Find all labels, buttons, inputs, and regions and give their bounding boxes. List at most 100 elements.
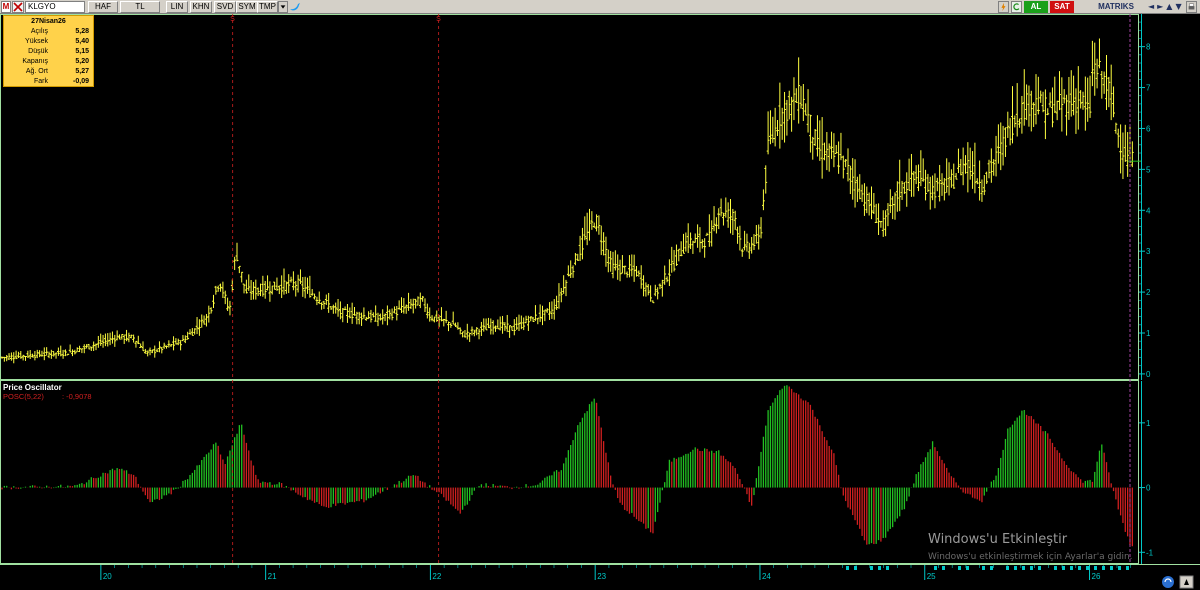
event-mark: [966, 566, 969, 570]
price-panel[interactable]: [0, 14, 1139, 380]
price-bar: [642, 275, 645, 297]
price-bar: [844, 159, 848, 168]
price-y-tick-label: 1: [1146, 329, 1151, 338]
price-bar: [96, 335, 100, 348]
window-controls[interactable]: [1160, 574, 1200, 590]
price-bar: [621, 255, 624, 274]
event-mark: [1054, 566, 1057, 570]
nav-arrows[interactable]: ◄►▲▼: [1148, 1, 1198, 13]
price-bar: [160, 347, 164, 354]
price-bar: [195, 317, 199, 335]
price-bar: [212, 294, 215, 309]
price-bar: [585, 212, 589, 246]
price-y-axis[interactable]: 0 1 2 3 4 5 6 7 8: [1128, 14, 1151, 380]
price-bar: [371, 312, 375, 318]
price-bar: [597, 215, 601, 235]
price-bar: [45, 347, 49, 356]
price-bar: [715, 217, 718, 234]
price-bar: [92, 341, 96, 352]
price-bar: [315, 296, 319, 306]
price-bar: [858, 174, 862, 200]
price-bar: [414, 298, 417, 309]
oscillator-current-value: : -0,9078: [62, 392, 92, 401]
price-bar: [383, 313, 387, 322]
time-axis[interactable]: 20 21 22 23 24 25 26: [0, 564, 1200, 590]
price-bar: [942, 178, 946, 201]
price-bar: [686, 223, 690, 254]
price-bar: [200, 314, 204, 328]
price-bar: [639, 265, 643, 289]
sync-icon[interactable]: [1162, 576, 1174, 588]
price-bar: [454, 322, 457, 328]
alarm-icon[interactable]: [998, 1, 1009, 13]
event-mark: [1078, 566, 1081, 570]
price-bar: [475, 327, 479, 336]
price-bar: [550, 301, 554, 319]
app-logo[interactable]: M: [1, 1, 11, 13]
price-bar: [839, 132, 843, 161]
price-bar: [935, 177, 939, 192]
price-bar: [801, 84, 805, 121]
price-bar: [289, 276, 293, 283]
price-bar: [28, 349, 32, 360]
price-bar: [153, 345, 157, 358]
price-bar: [874, 203, 878, 223]
price-bar: [790, 96, 793, 132]
price-bar: [931, 175, 934, 201]
price-bar: [390, 308, 394, 321]
price-bar: [632, 254, 636, 282]
matriks-button[interactable]: MATRIKS: [1088, 1, 1144, 13]
price-bar: [903, 182, 906, 194]
price-bar: [1116, 128, 1120, 148]
price-bar: [397, 300, 401, 310]
svd-button[interactable]: SVD: [214, 1, 236, 13]
price-bar: [809, 114, 812, 153]
price-bar: [71, 349, 74, 357]
twitter-icon[interactable]: [289, 1, 301, 13]
price-bar: [898, 159, 902, 212]
price-bar: [877, 203, 880, 236]
price-bar: [985, 171, 989, 184]
price-bar: [870, 186, 873, 220]
price-bar: [505, 314, 509, 333]
price-bar: [1018, 118, 1021, 128]
price-bar: [698, 227, 702, 253]
price-bar: [754, 225, 758, 244]
event-mark: [1006, 566, 1009, 570]
price-bar: [235, 242, 239, 262]
currency-button[interactable]: TL: [120, 1, 160, 13]
line-button[interactable]: LIN: [166, 1, 188, 13]
oscillator-y-tick-label: 0: [1146, 484, 1151, 493]
candle-button[interactable]: KHN: [190, 1, 212, 13]
price-bar: [261, 275, 265, 297]
buy-button[interactable]: AL: [1024, 1, 1048, 13]
price-bar: [668, 259, 671, 287]
period-button[interactable]: HAF: [88, 1, 118, 13]
price-bar: [245, 279, 248, 294]
price-bar: [924, 169, 927, 201]
price-bar: [1086, 77, 1090, 122]
split-marker-label: S: [230, 16, 235, 23]
price-bar: [592, 222, 596, 228]
price-bar: [1039, 90, 1043, 103]
cancel-icon[interactable]: [12, 1, 24, 13]
event-mark: [886, 566, 889, 570]
chart-area[interactable]: Price Oscillator POSC(5,22) : -0,9078 0 1…: [0, 14, 1200, 590]
price-bar: [588, 208, 591, 241]
event-mark: [1118, 566, 1121, 570]
price-bar: [252, 281, 255, 300]
dropdown-arrow-icon[interactable]: [278, 1, 288, 13]
price-y-tick-label: 6: [1146, 124, 1151, 133]
price-bar: [860, 184, 864, 202]
event-mark: [934, 566, 937, 570]
price-bar: [912, 170, 916, 197]
symbol-input[interactable]: KLGYO: [25, 1, 85, 13]
price-bar: [997, 124, 1000, 164]
price-bar: [1088, 75, 1092, 118]
refresh-icon[interactable]: [1011, 1, 1022, 13]
template-button[interactable]: TMP: [257, 1, 278, 13]
price-bar: [444, 310, 448, 324]
price-bar: [468, 332, 472, 342]
sell-button[interactable]: SAT: [1050, 1, 1074, 13]
sym-button[interactable]: SYM: [236, 1, 258, 13]
